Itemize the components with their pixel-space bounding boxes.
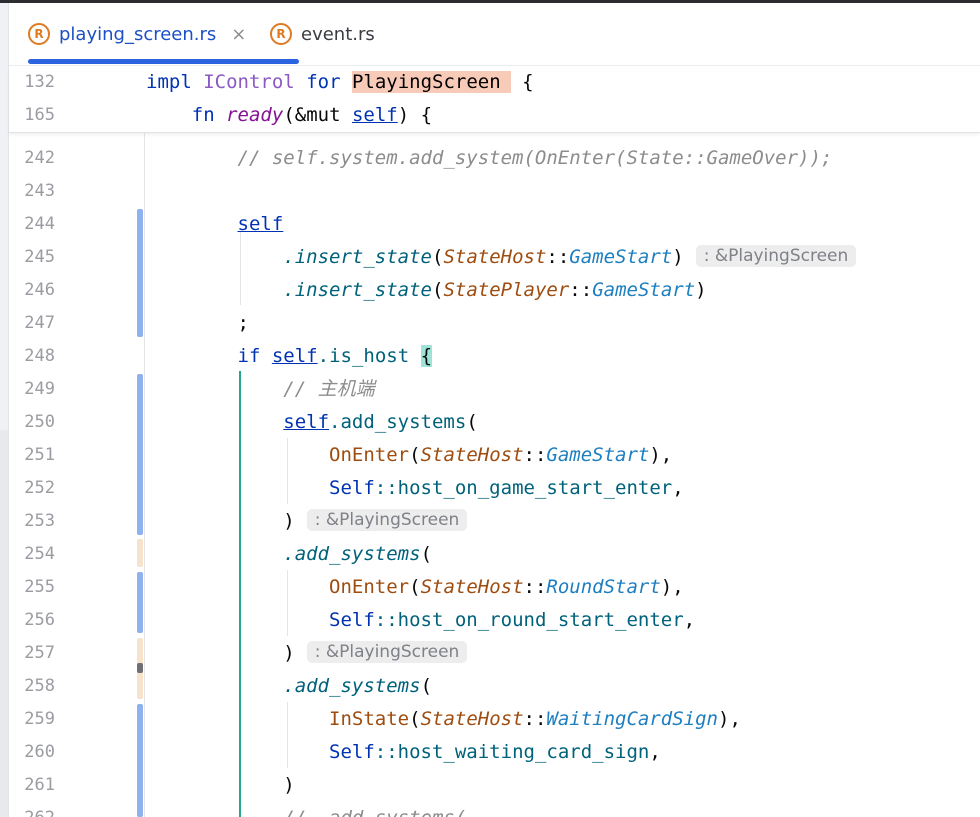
- line-number: 250: [24, 412, 55, 432]
- code-line[interactable]: 242 // self.system.add_system(OnEnter(St…: [9, 142, 980, 175]
- line-number: 248: [24, 346, 55, 366]
- code-text: ): &PlayingScreen: [146, 637, 468, 670]
- line-number: 262: [9, 802, 55, 817]
- line-number: 254: [24, 544, 55, 564]
- code-line[interactable]: 250 self.add_systems(: [9, 406, 980, 439]
- code-text: if self.is_host {: [237, 345, 433, 367]
- tab-label: event.rs: [301, 23, 375, 45]
- code-text: .insert_state(StatePlayer::GameStart): [283, 279, 707, 301]
- code-text: ): &PlayingScreen: [146, 505, 468, 538]
- code-line[interactable]: 246 .insert_state(StatePlayer::GameStart…: [9, 274, 980, 307]
- line-number: 165: [24, 105, 55, 125]
- editor-tab-bar: R playing_screen.rs × R event.rs: [9, 3, 980, 66]
- code-line[interactable]: 255 OnEnter(StateHost::RoundStart),: [9, 571, 980, 604]
- line-number: 257: [24, 643, 55, 663]
- tab-playing-screen[interactable]: R playing_screen.rs ×: [28, 3, 299, 65]
- matched-brace: {: [420, 345, 433, 367]
- code-text: ): [283, 774, 295, 796]
- code-text: OnEnter(StateHost::RoundStart),: [329, 576, 684, 598]
- left-tool-strip-shade: [0, 430, 8, 817]
- code-line[interactable]: 256 Self::host_on_round_start_enter,: [9, 604, 980, 637]
- code-text: ;: [237, 312, 249, 334]
- code-text: self.add_systems(: [283, 411, 478, 433]
- line-number: 260: [24, 742, 55, 762]
- code-line[interactable]: 260 Self::host_waiting_card_sign,: [9, 736, 980, 769]
- code-line[interactable]: 258 .add_systems(: [9, 670, 980, 703]
- sticky-scope-header: 132 impl IControl for PlayingScreen { 16…: [9, 66, 980, 133]
- sticky-line[interactable]: 132 impl IControl for PlayingScreen {: [9, 66, 980, 99]
- line-number: 252: [24, 478, 55, 498]
- code-text: // self.system.add_system(OnEnter(State:…: [237, 147, 833, 169]
- line-number: 255: [24, 577, 55, 597]
- inlay-type-hint: : &PlayingScreen: [695, 245, 857, 267]
- sticky-line[interactable]: 165 fn ready(&mut self) {: [9, 99, 980, 132]
- code-line[interactable]: 257 ): &PlayingScreen: [9, 637, 980, 670]
- code-line[interactable]: 248 if self.is_host {: [9, 340, 980, 373]
- code-line[interactable]: 249 // 主机端: [9, 373, 980, 406]
- code-text: Self::host_waiting_card_sign,: [329, 741, 661, 763]
- inlay-type-hint: : &PlayingScreen: [306, 509, 468, 531]
- line-number: 244: [24, 214, 55, 234]
- line-number: 256: [24, 610, 55, 630]
- code-text: // 主机端: [283, 378, 375, 400]
- line-number: 242: [24, 148, 55, 168]
- close-icon[interactable]: ×: [231, 24, 246, 45]
- tab-label: playing_screen.rs: [59, 23, 217, 45]
- code-line[interactable]: 243: [9, 175, 980, 208]
- code-text: OnEnter(StateHost::GameStart),: [329, 444, 673, 466]
- code-text: InState(StateHost::WaitingCardSign),: [329, 708, 741, 730]
- code-text: self: [237, 213, 284, 235]
- code-text: impl IControl for PlayingScreen {: [146, 71, 534, 93]
- code-text: Self::host_on_round_start_enter,: [329, 609, 696, 631]
- code-text: Self::host_on_game_start_enter,: [329, 477, 684, 499]
- tab-event[interactable]: R event.rs: [270, 3, 375, 65]
- line-number: 132: [24, 72, 55, 92]
- line-number: 246: [24, 280, 55, 300]
- rust-file-icon: R: [28, 23, 50, 45]
- line-number: 259: [24, 709, 55, 729]
- line-number: 247: [24, 313, 55, 333]
- rust-file-icon: R: [270, 23, 292, 45]
- code-text: .add_systems(: [283, 675, 433, 697]
- code-line[interactable]: 252 Self::host_on_game_start_enter,: [9, 472, 980, 505]
- line-number: 249: [24, 379, 55, 399]
- code-line[interactable]: 254 .add_systems(: [9, 538, 980, 571]
- code-line[interactable]: 262 // .add_systems(: [9, 802, 980, 817]
- code-text: // .add_systems(: [146, 802, 466, 817]
- line-number: 251: [24, 445, 55, 465]
- code-text: .add_systems(: [283, 543, 433, 565]
- line-number: 245: [24, 247, 55, 267]
- line-number: 261: [24, 775, 55, 795]
- code-text: fn ready(&mut self) {: [191, 104, 433, 126]
- line-number: 253: [24, 511, 55, 531]
- active-tab-indicator: [28, 59, 299, 64]
- code-line[interactable]: 245 .insert_state(StateHost::GameStart):…: [9, 241, 980, 274]
- code-line[interactable]: 253 ): &PlayingScreen: [9, 505, 980, 538]
- code-line[interactable]: 259 InState(StateHost::WaitingCardSign),: [9, 703, 980, 736]
- line-number: 243: [24, 181, 55, 201]
- code-text: .insert_state(StateHost::GameStart): &Pl…: [146, 241, 857, 274]
- code-line[interactable]: 244 self: [9, 208, 980, 241]
- code-line[interactable]: 247 ;: [9, 307, 980, 340]
- code-line[interactable]: 251 OnEnter(StateHost::GameStart),: [9, 439, 980, 472]
- line-number: 258: [24, 676, 55, 696]
- code-line[interactable]: 261 ): [9, 769, 980, 802]
- code-editor[interactable]: 242 // self.system.add_system(OnEnter(St…: [9, 133, 980, 817]
- inlay-type-hint: : &PlayingScreen: [306, 641, 468, 663]
